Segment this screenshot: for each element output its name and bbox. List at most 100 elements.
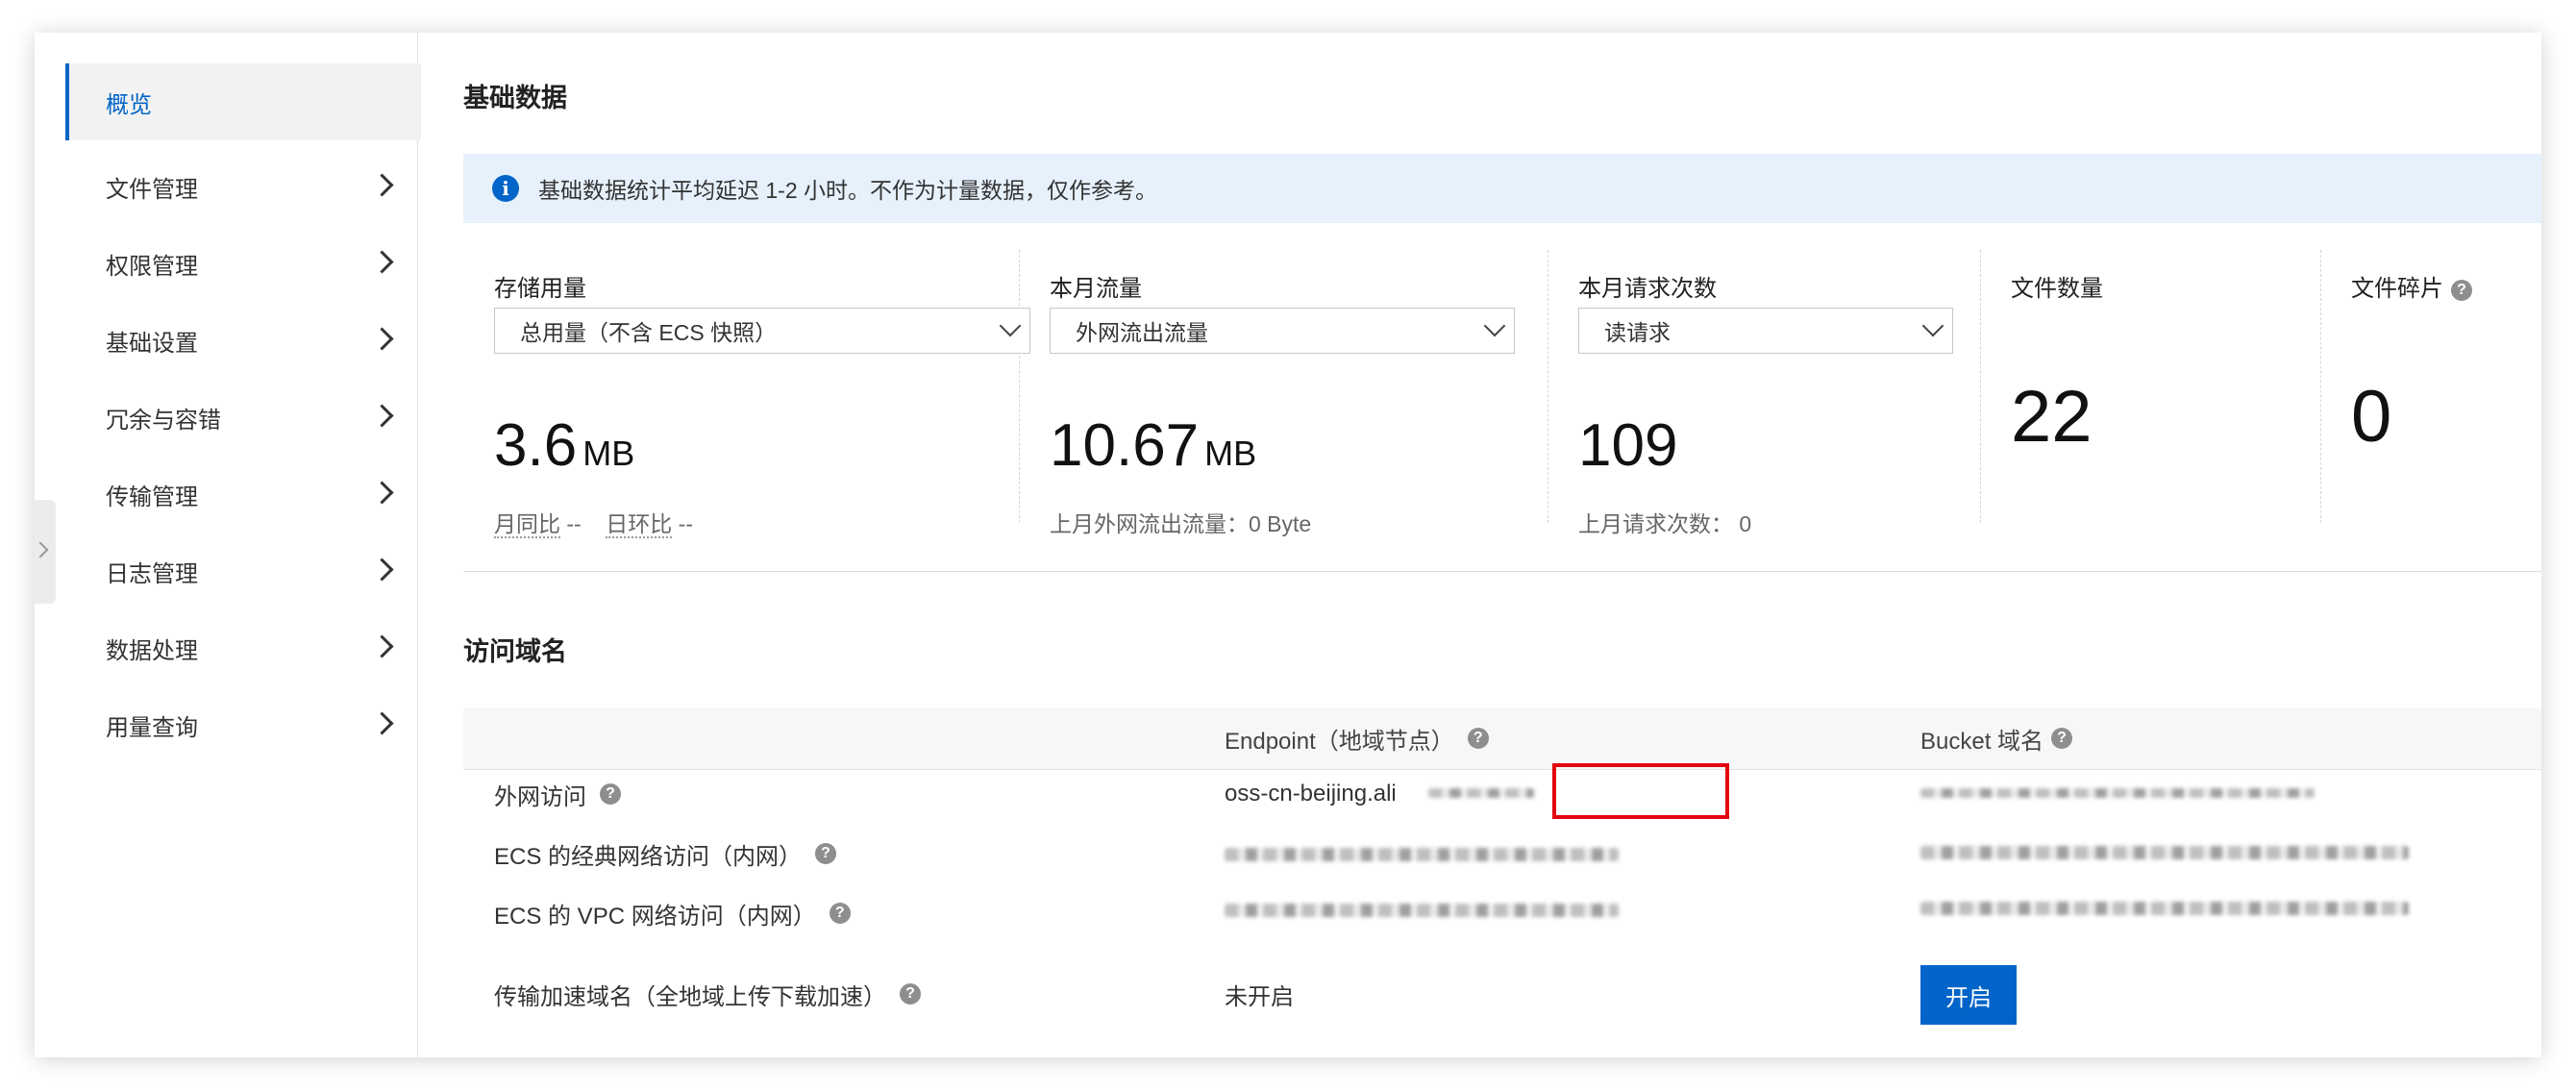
stat-label: 文件碎片? [2351,269,2472,303]
stat-value: 10.67 MB [1050,411,1256,480]
column-header-endpoint: Endpoint（地域节点）? [1225,721,1489,756]
chevron-right-icon [370,404,394,428]
sidebar-item-data-processing[interactable]: 数据处理 [65,609,417,686]
section-title-basic-data: 基础数据 [463,84,567,112]
stat-label: 本月流量 [1050,276,1142,302]
traffic-unit: MB [1204,434,1257,473]
chevron-right-icon [370,250,394,274]
divider [463,571,2541,572]
chevron-right-icon [370,173,394,197]
chevron-right-icon [370,327,394,351]
table-row-label: ECS 的 VPC 网络访问（内网）? [494,894,851,932]
question-icon[interactable]: ? [900,983,921,1005]
stat-label: 文件数量 [2011,276,2103,302]
sidebar-item-log-management[interactable]: 日志管理 [65,533,417,609]
row-label-transfer-acceleration: 传输加速域名（全地域上传下载加速） [494,983,886,1010]
sidebar-item-label: 权限管理 [106,253,198,280]
endpoint-internet[interactable]: oss-cn-beijing.ali [1225,775,1397,813]
chevron-right-icon [370,634,394,658]
chevron-right-icon [370,711,394,735]
stat-requests: 本月请求次数 读请求 109 上月请求次数： 0 [1548,250,1981,536]
stat-sub: 上月外网流出流量：0 Byte [1050,511,1312,536]
section-title-access-domains: 访问域名 [463,637,567,666]
sidebar-item-transfer-management[interactable]: 传输管理 [65,456,417,533]
row-label-vpc-network: ECS 的 VPC 网络访问（内网） [494,903,816,930]
chevron-right-icon [35,541,49,558]
storage-type-select[interactable]: 总用量（不含 ECS 快照） [494,308,1030,354]
chevron-down-icon [1921,314,1944,337]
stat-value: 109 [1578,412,1678,479]
console-window: 概览 文件管理 权限管理 基础设置 冗余与容错 传输管理 日志管理 数据处理 用… [35,33,2541,1057]
fragments-label: 文件碎片 [2351,276,2443,302]
redacted-bucket-domain [1920,788,2315,798]
stat-comparison: 月同比 -- 日环比 -- [494,506,693,538]
main-content: 基础数据 i 基础数据统计平均延迟 1-2 小时。不作为计量数据，仅作参考。 存… [417,33,2541,1057]
sidebar-collapse-handle[interactable] [35,500,56,604]
stat-label: 存储用量 [494,276,586,302]
sidebar: 概览 文件管理 权限管理 基础设置 冗余与容错 传输管理 日志管理 数据处理 用… [35,33,421,1057]
sidebar-item-label: 用量查询 [106,714,198,741]
yoy-label[interactable]: 月同比 [494,511,560,538]
info-icon: i [492,175,519,202]
acceleration-status: 未开启 [1225,983,1294,1010]
sidebar-item-label: 数据处理 [106,637,198,664]
sidebar-item-redundancy[interactable]: 冗余与容错 [65,379,417,456]
storage-value: 3.6 [494,412,578,479]
question-icon[interactable]: ? [600,783,621,805]
sidebar-item-label: 冗余与容错 [106,407,221,434]
select-value: 总用量（不含 ECS 快照） [520,320,778,345]
question-icon[interactable]: ? [2451,279,2472,301]
question-icon[interactable]: ? [1467,728,1489,749]
sidebar-item-label: 文件管理 [106,176,198,203]
request-type-select[interactable]: 读请求 [1578,308,1953,354]
select-value: 外网流出流量 [1076,320,1208,345]
yoy-value: -- [566,511,582,536]
sidebar-item-usage-query[interactable]: 用量查询 [65,686,417,763]
stat-file-count: 文件数量 22 [1980,250,2321,523]
chevron-right-icon [370,481,394,505]
sidebar-item-label: 概览 [106,91,152,118]
info-text: 基础数据统计平均延迟 1-2 小时。不作为计量数据，仅作参考。 [538,178,1158,203]
traffic-value: 10.67 [1050,412,1200,479]
endpoint-header-label: Endpoint（地域节点） [1225,728,1454,755]
stat-fragments: 文件碎片? 0 [2320,250,2541,523]
traffic-type-select[interactable]: 外网流出流量 [1050,308,1515,354]
question-icon[interactable]: ? [815,843,837,864]
sidebar-item-overview[interactable]: 概览 [65,63,421,140]
dod-value: -- [678,511,693,536]
table-row-label: ECS 的经典网络访问（内网）? [494,834,837,873]
question-icon[interactable]: ? [829,903,851,924]
redacted-endpoint [1225,904,1619,917]
info-banner: i 基础数据统计平均延迟 1-2 小时。不作为计量数据，仅作参考。 [463,154,2541,223]
table-header [463,707,2541,770]
sidebar-item-permission-management[interactable]: 权限管理 [65,225,417,302]
stat-value: 22 [2011,376,2093,458]
sidebar-item-file-management[interactable]: 文件管理 [65,148,417,225]
sidebar-item-label: 基础设置 [106,330,198,357]
stat-value: 0 [2351,376,2392,458]
redacted-text [1428,788,1534,798]
sidebar-item-label: 传输管理 [106,484,198,510]
sidebar-item-basic-settings[interactable]: 基础设置 [65,302,417,379]
chevron-down-icon [1483,314,1506,337]
redacted-endpoint [1225,848,1619,861]
storage-unit: MB [582,434,635,473]
stat-traffic: 本月流量 外网流出流量 10.67 MB 上月外网流出流量：0 Byte [1019,250,1548,536]
row-label-classic-network: ECS 的经典网络访问（内网） [494,843,803,870]
stat-sub: 上月请求次数： 0 [1578,511,1752,536]
enable-acceleration-button[interactable]: 开启 [1920,965,2017,1025]
chevron-down-icon [999,314,1022,337]
stat-label: 本月请求次数 [1578,276,1717,302]
question-icon[interactable]: ? [2051,728,2073,749]
chevron-right-icon [370,558,394,582]
select-value: 读请求 [1604,320,1671,345]
bucket-header-label: Bucket 域名 [1920,728,2044,755]
column-header-bucket: Bucket 域名? [1920,721,2073,756]
stat-value: 3.6 MB [494,411,634,480]
table-row-label: 外网访问? [494,775,621,813]
dod-label[interactable]: 日环比 [606,511,673,538]
redacted-bucket-domain [1920,902,2409,915]
sidebar-item-label: 日志管理 [106,560,198,587]
redacted-bucket-domain [1920,846,2409,859]
row-label-internet: 外网访问 [494,783,586,810]
